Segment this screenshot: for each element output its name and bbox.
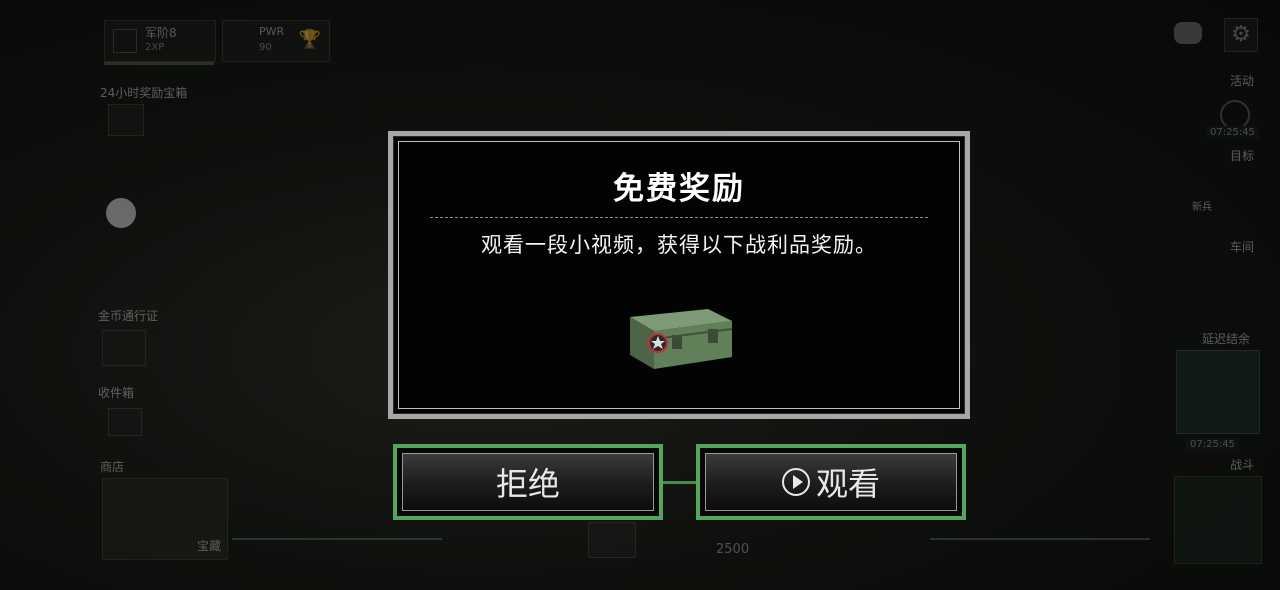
discord-icon xyxy=(1174,22,1202,44)
reject-button[interactable]: 拒绝 xyxy=(393,444,663,520)
gold-pass-label: 金币通行证 xyxy=(98,309,159,323)
reject-button-inner: 拒绝 xyxy=(397,448,659,516)
pass-trophy-panel xyxy=(1176,350,1260,434)
rank-icon xyxy=(113,29,137,53)
watch-button-label: 观看 xyxy=(815,465,880,503)
rank-label: 军阶8 xyxy=(145,26,177,40)
battle-panel xyxy=(1174,476,1262,564)
goals-label: 目标 xyxy=(1230,149,1255,163)
battle-label: 战斗 xyxy=(1230,458,1255,472)
trophy-icon: 🏆 xyxy=(298,29,321,50)
goals-sub: 新兵 xyxy=(1192,202,1212,213)
play-icon xyxy=(781,468,810,496)
reward-crate-icon xyxy=(630,309,733,369)
pwr-label: PWR xyxy=(259,25,285,38)
shop-sub-label: 宝藏 xyxy=(197,539,222,553)
gold-pass-icon xyxy=(102,330,146,366)
bottom-value: 2500 xyxy=(716,542,750,557)
pwr-panel: PWR 90 🏆 xyxy=(222,20,330,62)
reject-button-label: 拒绝 xyxy=(495,465,560,503)
watch-button[interactable]: 观看 xyxy=(696,444,966,520)
watch-button-face: 观看 xyxy=(705,453,957,511)
dialog-title: 免费奖励 xyxy=(613,171,745,207)
dialog-divider xyxy=(430,217,928,218)
button-connector xyxy=(663,481,696,484)
chest-24h-label: 24小时奖励宝箱 xyxy=(100,86,188,100)
events-timer: 07:25:45 xyxy=(1206,126,1259,139)
hud-line-right xyxy=(930,538,1150,540)
inbox-label: 收件箱 xyxy=(98,386,135,400)
rank-panel: 军阶8 2XP xyxy=(104,20,216,62)
events-label: 活动 xyxy=(1230,74,1255,88)
joystick-knob xyxy=(106,198,136,228)
dialog-description: 观看一段小视频，获得以下战利品奖励。 xyxy=(481,233,877,257)
rank-progress-bar xyxy=(104,62,214,65)
chest-24h-icon xyxy=(108,104,144,136)
shop-label: 商店 xyxy=(100,460,125,474)
mail-icon xyxy=(108,408,142,436)
pass-timer: 07:25:45 xyxy=(1186,438,1239,451)
reject-button-face: 拒绝 xyxy=(402,453,654,511)
rank-sub: 2XP xyxy=(145,42,165,53)
pass-label: 延迟结余 xyxy=(1202,332,1251,346)
gear-icon: ⚙ xyxy=(1224,18,1258,52)
shop-panel: 宝藏 xyxy=(102,478,228,560)
pwr-value: 90 xyxy=(259,42,272,53)
hud-line-left xyxy=(232,538,442,540)
watch-button-inner: 观看 xyxy=(700,448,962,516)
reward-dialog: 免费奖励 观看一段小视频，获得以下战利品奖励。 xyxy=(388,131,970,419)
reward-dialog-body: 免费奖励 观看一段小视频，获得以下战利品奖励。 xyxy=(393,136,965,414)
garage-label: 车间 xyxy=(1230,240,1255,254)
bottom-slot xyxy=(588,522,636,558)
